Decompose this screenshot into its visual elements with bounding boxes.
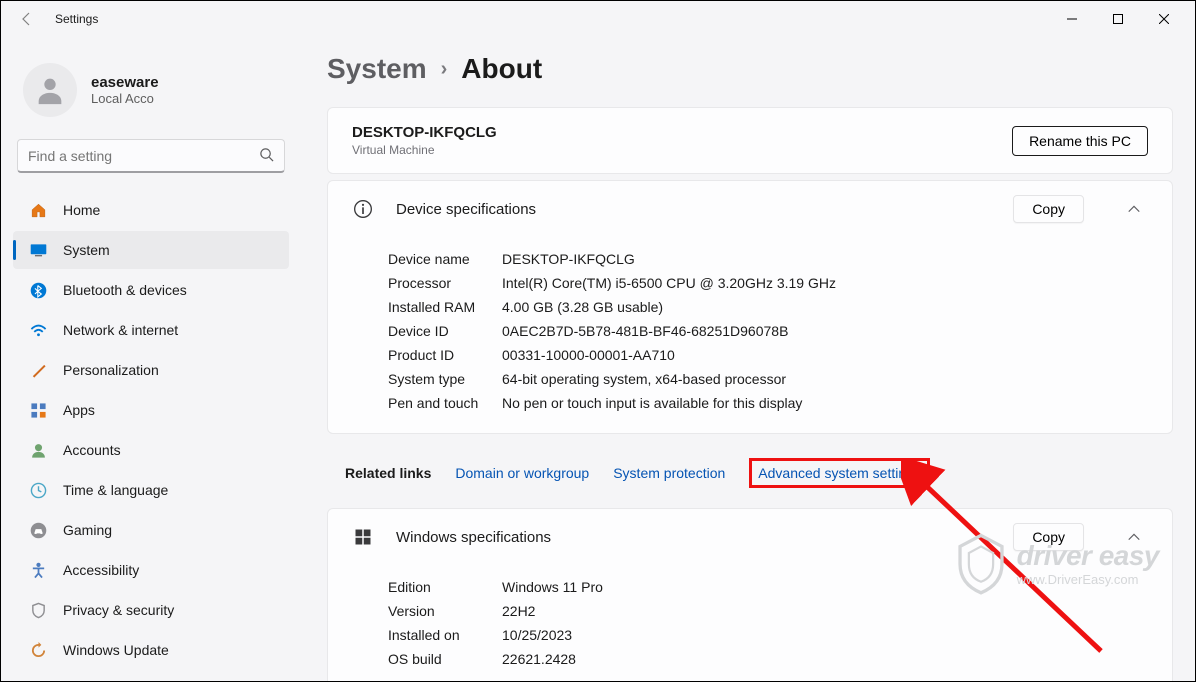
nav-home[interactable]: Home [13,191,289,229]
breadcrumb-parent[interactable]: System [327,53,427,85]
nav-label: Time & language [63,482,168,498]
nav-accounts[interactable]: Accounts [13,431,289,469]
link-advanced-system-settings[interactable]: Advanced system settings [749,458,930,488]
window-controls [1049,3,1187,35]
spec-row: Version22H2 [388,599,1148,623]
device-specs-card: Device specifications Copy Device nameDE… [327,180,1173,434]
nav-label: System [63,242,110,258]
device-type: Virtual Machine [352,143,497,157]
nav-label: Apps [63,402,95,418]
copy-windows-specs-button[interactable]: Copy [1013,523,1084,551]
back-button[interactable] [13,5,41,33]
nav-accessibility[interactable]: Accessibility [13,551,289,589]
avatar [23,63,77,117]
device-name: DESKTOP-IKFQCLG [352,124,497,141]
spec-row: System type64-bit operating system, x64-… [388,367,1148,391]
bluetooth-icon [29,281,47,299]
nav-label: Accessibility [63,562,139,578]
breadcrumb: System › About [327,53,1173,85]
chevron-up-icon[interactable] [1120,523,1148,551]
section-title: Windows specifications [396,529,551,546]
clock-icon [29,481,47,499]
wifi-icon [29,321,47,339]
windows-specs-table: EditionWindows 11 Pro Version22H2 Instal… [328,565,1172,681]
nav-gaming[interactable]: Gaming [13,511,289,549]
accounts-icon [29,441,47,459]
nav-label: Gaming [63,522,112,538]
rename-pc-button[interactable]: Rename this PC [1012,126,1148,156]
nav-list: Home System Bluetooth & devices Network … [11,191,291,669]
spec-row: Installed on10/25/2023 [388,623,1148,647]
nav-label: Network & internet [63,322,178,338]
nav-label: Personalization [63,362,159,378]
search-box[interactable] [17,139,285,173]
windows-icon [352,526,374,548]
related-links: Related links Domain or workgroup System… [327,440,1173,508]
nav-apps[interactable]: Apps [13,391,289,429]
brush-icon [29,361,47,379]
nav-label: Windows Update [63,642,169,658]
nav-network[interactable]: Network & internet [13,311,289,349]
link-system-protection[interactable]: System protection [613,465,725,481]
nav-personalization[interactable]: Personalization [13,351,289,389]
nav-label: Home [63,202,100,218]
home-icon [29,201,47,219]
spec-row: Device ID0AEC2B7D-5B78-481B-BF46-68251D9… [388,319,1148,343]
sidebar: easeware Local Acco Home System Bluetoot… [1,37,301,681]
nav-label: Privacy & security [63,602,174,618]
device-specs-table: Device nameDESKTOP-IKFQCLG ProcessorInte… [328,237,1172,433]
close-button[interactable] [1141,3,1187,35]
section-title: Device specifications [396,201,536,218]
gaming-icon [29,521,47,539]
search-icon [259,147,274,165]
titlebar: Settings [1,1,1195,37]
spec-row: Installed RAM4.00 GB (3.28 GB usable) [388,295,1148,319]
spec-row: ProcessorIntel(R) Core(TM) i5-6500 CPU @… [388,271,1148,295]
device-specs-header[interactable]: Device specifications Copy [328,181,1172,237]
spec-row: EditionWindows 11 Pro [388,575,1148,599]
chevron-right-icon: › [441,58,448,81]
minimize-button[interactable] [1049,3,1095,35]
page-title: About [461,53,542,85]
window-title: Settings [55,12,98,26]
nav-time[interactable]: Time & language [13,471,289,509]
link-domain-workgroup[interactable]: Domain or workgroup [455,465,589,481]
update-icon [29,641,47,659]
user-type: Local Acco [91,91,159,106]
content-area: System › About DESKTOP-IKFQCLG Virtual M… [301,37,1195,681]
system-icon [29,241,47,259]
device-card: DESKTOP-IKFQCLG Virtual Machine Rename t… [327,107,1173,174]
spec-row: OS build22621.2428 [388,647,1148,671]
info-icon [352,198,374,220]
spec-row: Device nameDESKTOP-IKFQCLG [388,247,1148,271]
related-links-label: Related links [345,465,431,481]
nav-system[interactable]: System [13,231,289,269]
nav-bluetooth[interactable]: Bluetooth & devices [13,271,289,309]
nav-update[interactable]: Windows Update [13,631,289,669]
copy-device-specs-button[interactable]: Copy [1013,195,1084,223]
apps-icon [29,401,47,419]
nav-label: Bluetooth & devices [63,282,187,298]
user-name: easeware [91,74,159,91]
nav-label: Accounts [63,442,121,458]
search-input[interactable] [28,148,259,164]
spec-row: Pen and touchNo pen or touch input is av… [388,391,1148,415]
shield-icon [29,601,47,619]
maximize-button[interactable] [1095,3,1141,35]
windows-specs-header[interactable]: Windows specifications Copy [328,509,1172,565]
accessibility-icon [29,561,47,579]
account-block[interactable]: easeware Local Acco [11,45,291,139]
chevron-up-icon[interactable] [1120,195,1148,223]
nav-privacy[interactable]: Privacy & security [13,591,289,629]
spec-row: Product ID00331-10000-00001-AA710 [388,343,1148,367]
windows-specs-card: Windows specifications Copy EditionWindo… [327,508,1173,681]
